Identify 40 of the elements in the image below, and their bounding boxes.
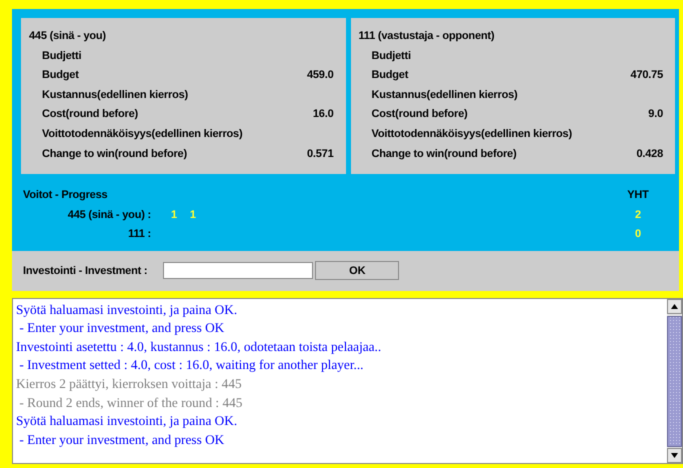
- log-line: - Enter your investment, and press OK: [18, 430, 226, 449]
- total-count: 2: [634, 208, 642, 223]
- win-count: 1: [171, 208, 177, 223]
- investment-label: Investointi - Investment :: [23, 264, 148, 277]
- stat-label: Voittotodennäköisyys(edellinen kierros): [42, 126, 242, 142]
- stat-value: 459.0: [306, 68, 334, 84]
- log-line: - Round 2 ends, winner of the round : 445: [18, 394, 244, 412]
- total-header: YHT: [626, 188, 650, 204]
- stat-value: 0.428: [636, 146, 663, 162]
- log-line: Syötä haluamasi investointi, ja paina OK.: [16, 300, 238, 319]
- stat-label: Budget: [42, 68, 79, 84]
- player-title: 445 (sinä - you): [29, 29, 107, 44]
- stat-value: 9.0: [648, 107, 663, 122]
- stat-value: 16.0: [312, 107, 334, 122]
- stat-label: Kustannus(edellinen kierros): [42, 88, 188, 103]
- player-name: 445 (sinä - you) :: [66, 208, 151, 223]
- player-name: 111 :: [127, 227, 151, 242]
- win-count: 1: [190, 208, 196, 223]
- log-line: Investointi asetettu : 4.0, kustannus : 16.0, odotetaan toista pelaajaa..: [16, 338, 382, 356]
- stat-value: 0.571: [306, 146, 334, 162]
- log-line: - Enter your investment, and press OK: [18, 319, 226, 338]
- stat-label: Budjetti: [372, 48, 411, 64]
- stat-value: 470.75: [630, 68, 663, 84]
- stat-label: Cost(round before): [372, 107, 468, 122]
- log-line: Syötä haluamasi investointi, ja paina OK.: [16, 412, 238, 430]
- total-count: 0: [634, 227, 642, 242]
- stat-label: Change to win(round before): [42, 146, 187, 162]
- stat-label: Change to win(round before): [372, 146, 516, 162]
- log-line: - Investment setted : 4.0, cost : 16.0, waiting for another player...: [18, 356, 364, 374]
- progress-title: Voitot - Progress: [23, 188, 108, 204]
- investment-field[interactable]: [163, 262, 314, 280]
- stat-label: Voittotodennäköisyys(edellinen kierros): [372, 126, 572, 142]
- player-title: 111 (vastustaja - opponent): [358, 29, 496, 44]
- scrollbar[interactable]: [667, 298, 682, 463]
- ok-button[interactable]: OK: [315, 261, 400, 280]
- stat-label: Budjetti: [42, 48, 82, 64]
- stat-label: Budget: [372, 68, 408, 84]
- log-line: Kierros 2 päättyi, kierroksen voittaja : 445: [16, 375, 243, 394]
- stat-label: Cost(round before): [42, 107, 138, 122]
- stat-label: Kustannus(edellinen kierros): [372, 88, 518, 103]
